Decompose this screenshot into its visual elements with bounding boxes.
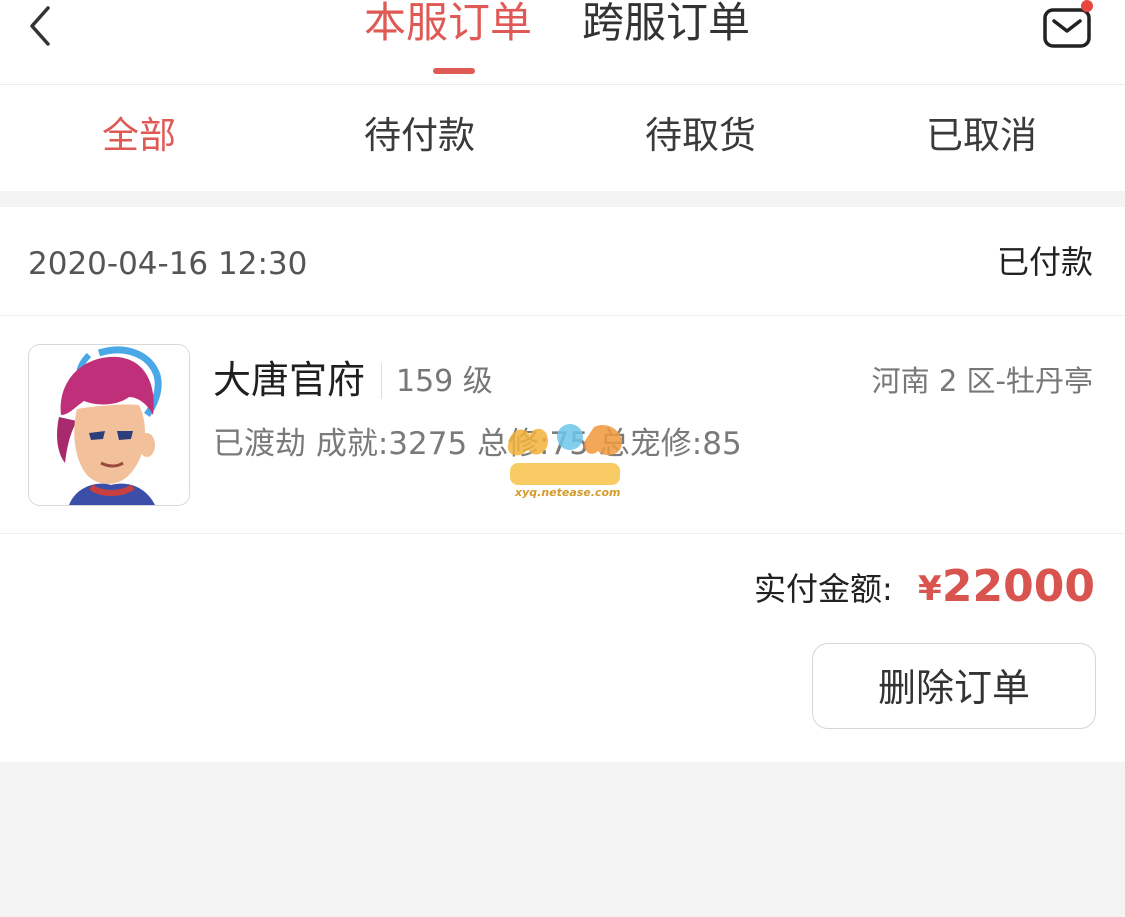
divider [0, 315, 1125, 316]
top-nav-bar: 本服订单 跨服订单 [0, 0, 1125, 85]
order-card[interactable]: 2020-04-16 12:30 已付款 大唐官府 159 级 河南 2 区-牡… [0, 207, 1125, 762]
character-stats: 已渡劫 成就:3275 总修:75 总宠修:85 [213, 426, 742, 462]
character-server: 河南 2 区-牡丹亭 [871, 364, 1093, 398]
active-tab-indicator [433, 68, 475, 74]
character-school: 大唐官府 [213, 358, 366, 402]
order-date: 2020-04-16 12:30 [28, 246, 308, 282]
divider [0, 533, 1125, 534]
paid-amount-label: 实付金额: [754, 570, 893, 608]
chevron-left-icon[interactable] [22, 4, 62, 48]
character-portrait-icon [29, 345, 189, 505]
notification-dot [1081, 0, 1093, 12]
separator [381, 363, 382, 399]
filter-cancelled[interactable]: 已取消 [926, 113, 1037, 159]
paid-amount: 22000 [941, 561, 1095, 612]
character-avatar [28, 344, 190, 506]
delete-order-button[interactable]: 删除订单 [812, 643, 1096, 729]
tab-cross-server-orders[interactable]: 跨服订单 [582, 0, 750, 48]
filter-pending-payment[interactable]: 待付款 [364, 113, 475, 159]
filter-all[interactable]: 全部 [102, 113, 176, 159]
character-level: 159 级 [396, 364, 493, 399]
order-status: 已付款 [996, 243, 1093, 281]
order-filter-bar: 全部 待付款 待取货 已取消 [0, 85, 1125, 191]
filter-pending-pickup[interactable]: 待取货 [645, 113, 756, 159]
currency-symbol: ¥ [918, 569, 942, 609]
tab-local-orders[interactable]: 本服订单 [364, 0, 532, 48]
watermark-url: xyq.netease.com [515, 486, 621, 499]
